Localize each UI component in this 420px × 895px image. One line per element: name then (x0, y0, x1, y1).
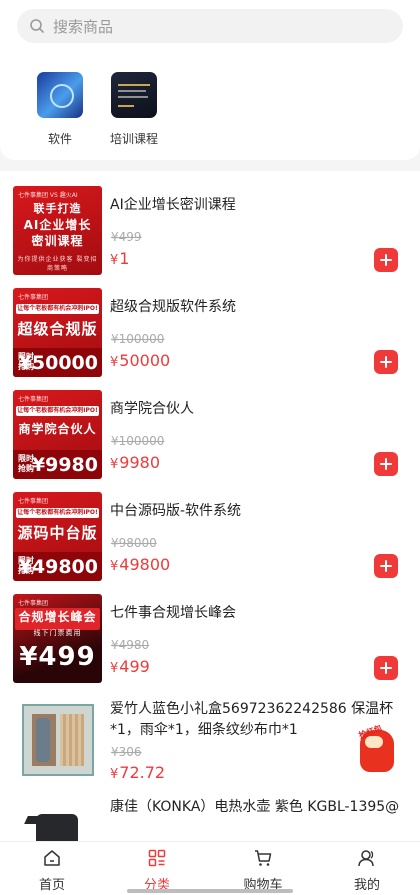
product-image: 七件事集团 让每个老板都有机会冲刺IPO! 源码中台版 限时抢购 ¥49800 (13, 492, 102, 581)
original-price: ¥306 (111, 745, 142, 759)
product-item[interactable]: 七件事集团 VS 趣火AI 联手打造 AI企业增长 密训课程 为你提供企业获客 … (0, 171, 420, 275)
image-price: ¥49800 (18, 556, 98, 578)
product-title: 超级合规版软件系统 (110, 299, 236, 315)
category-label: 软件 (47, 132, 72, 146)
home-indicator (127, 889, 293, 893)
image-price-band: 限时抢购 ¥50000 (13, 348, 102, 377)
original-price: ¥100000 (111, 434, 165, 448)
category-software[interactable]: 软件 (30, 72, 90, 147)
original-price: ¥100000 (111, 332, 165, 346)
category-software-thumbnail (37, 72, 83, 118)
header-panel: 搜索商品 软件 培训课程 (0, 0, 420, 160)
category-icon (148, 849, 166, 867)
product-item[interactable]: 七件事集团 合规增长峰会 线下门票费用 ¥499 七件事合规增长峰会 ¥4980… (0, 579, 420, 683)
product-title: 商学院合伙人 (110, 401, 194, 417)
image-price: ¥50000 (18, 352, 98, 374)
image-price: ¥9980 (31, 454, 98, 476)
tab-profile[interactable]: 我的 (337, 848, 397, 893)
search-bar[interactable]: 搜索商品 (17, 9, 403, 43)
currency-symbol: ¥ (110, 767, 119, 782)
product-item[interactable]: 七件事集团 让每个老板都有机会冲刺IPO! 超级合规版 限时抢购 ¥50000 … (0, 273, 420, 377)
currency-symbol: ¥ (110, 661, 119, 676)
tab-home[interactable]: 首页 (22, 848, 82, 893)
image-brand: 七件事集团 (18, 396, 49, 403)
search-icon (30, 19, 44, 33)
currency-symbol: ¥ (110, 253, 119, 268)
product-image: 七件事集团 让每个老板都有机会冲刺IPO! 超级合规版 限时抢购 ¥50000 (13, 288, 102, 377)
current-price: ¥50000 (110, 351, 170, 370)
image-title-2: 密训课程 (31, 234, 84, 248)
original-price: ¥499 (111, 230, 142, 244)
original-price: ¥98000 (111, 536, 157, 550)
product-image-kettle (22, 806, 94, 841)
price-value: 499 (119, 657, 150, 676)
tab-cart[interactable]: 购物车 (233, 848, 293, 893)
original-price: ¥4980 (111, 638, 150, 652)
category-label: 培训课程 (109, 132, 158, 146)
product-title: 中台源码版-软件系统 (110, 503, 242, 519)
image-footnote: 为你提供企业获客 裂变招商策略 (17, 256, 98, 272)
category-training-courses[interactable]: 培训课程 (104, 72, 164, 147)
add-to-cart-button[interactable] (374, 248, 398, 272)
price-value: 72.72 (119, 763, 166, 782)
image-title: 超级合规版 (17, 320, 98, 338)
home-icon (44, 850, 60, 866)
add-to-cart-button[interactable] (374, 350, 398, 374)
product-list: 七件事集团 VS 趣火AI 联手打造 AI企业增长 密训课程 为你提供企业获客 … (0, 171, 420, 841)
current-price: ¥49800 (110, 555, 170, 574)
currency-symbol: ¥ (110, 559, 119, 574)
product-title: 七件事合规增长峰会 (110, 605, 236, 621)
current-price: ¥72.72 (110, 763, 165, 782)
add-to-cart-button[interactable] (374, 656, 398, 680)
product-image: 七件事集团 合规增长峰会 线下门票费用 ¥499 (13, 594, 102, 683)
image-strip: 让每个老板都有机会冲刺IPO! (16, 304, 99, 314)
bottom-tab-bar: 首页 分类 购物车 我的 (0, 841, 420, 895)
add-to-cart-button[interactable] (374, 452, 398, 476)
product-title: AI企业增长密训课程 (110, 197, 236, 213)
profile-icon (358, 850, 374, 867)
add-to-cart-button[interactable] (374, 554, 398, 578)
product-item[interactable]: 七件事集团 让每个老板都有机会冲刺IPO! 源码中台版 限时抢购 ¥49800 … (0, 477, 420, 581)
red-envelope-mascot[interactable]: 抢红包 (356, 724, 398, 780)
product-item[interactable]: 七件事集团 让每个老板都有机会冲刺IPO! 商学院合伙人 限时抢购 ¥9980 … (0, 375, 420, 479)
product-image: 七件事集团 让每个老板都有机会冲刺IPO! 商学院合伙人 限时抢购 ¥9980 (13, 390, 102, 479)
search-input[interactable]: 搜索商品 (53, 16, 113, 37)
image-brand: 七件事集团 (18, 600, 49, 607)
price-value: 50000 (119, 351, 171, 370)
image-price-band: 限时抢购 ¥9980 (13, 450, 102, 479)
image-title: 源码中台版 (17, 524, 98, 542)
current-price: ¥499 (110, 657, 150, 676)
image-price-band: 限时抢购 ¥49800 (13, 552, 102, 581)
price-value: 1 (119, 249, 130, 268)
image-price: ¥499 (19, 642, 96, 672)
currency-symbol: ¥ (110, 457, 119, 472)
price-value: 49800 (119, 555, 171, 574)
tab-label: 首页 (38, 878, 65, 893)
image-brand: 七件事集团 VS 趣火AI (18, 192, 78, 199)
image-brand: 七件事集团 (18, 294, 49, 301)
tab-category[interactable]: 分类 (127, 848, 187, 893)
category-training-thumbnail (111, 72, 157, 118)
product-image: 七件事集团 VS 趣火AI 联手打造 AI企业增长 密训课程 为你提供企业获客 … (13, 186, 102, 275)
image-brand: 七件事集团 (18, 498, 49, 505)
cart-icon (255, 850, 272, 866)
price-value: 9980 (119, 453, 160, 472)
image-strip: 让每个老板都有机会冲刺IPO! (16, 406, 99, 416)
tab-label: 我的 (353, 878, 380, 893)
current-price: ¥9980 (110, 453, 160, 472)
product-title: 康佳（KONKA）电热水壶 紫色 KGBL-1395@ (110, 799, 400, 815)
image-title: 商学院合伙人 (18, 422, 97, 436)
currency-symbol: ¥ (110, 355, 119, 370)
current-price: ¥1 (110, 249, 129, 268)
image-title: 合规增长峰会 (15, 608, 100, 630)
image-strip: 让每个老板都有机会冲刺IPO! (16, 508, 99, 518)
product-image-gift-box (22, 704, 94, 776)
